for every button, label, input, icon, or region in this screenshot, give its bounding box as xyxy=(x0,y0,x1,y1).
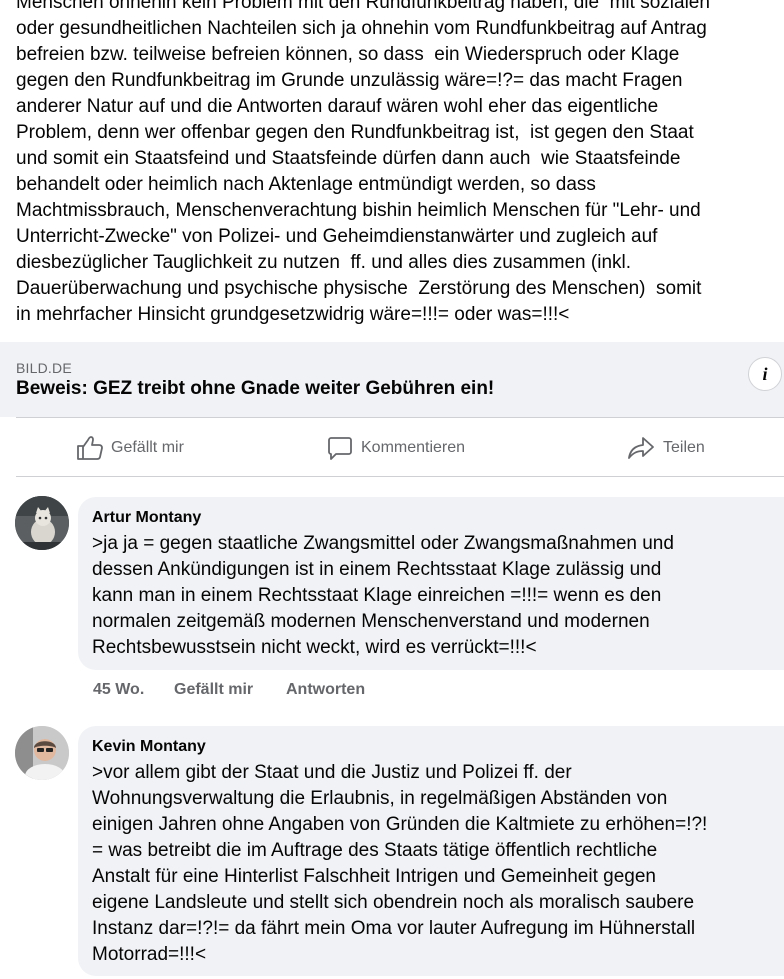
comment-like-button[interactable]: Gefällt mir xyxy=(174,681,253,699)
share-button[interactable]: Teilen xyxy=(627,432,705,464)
comment-author[interactable]: Artur Montany xyxy=(92,509,201,527)
link-source: BILD.DE xyxy=(16,360,72,376)
thumbs-up-icon xyxy=(77,436,103,460)
share-label: Teilen xyxy=(663,439,705,456)
link-preview-card[interactable]: BILD.DE Beweis: GEZ treibt ohne Gnade we… xyxy=(0,342,784,417)
comment-text: >vor allem gibt der Staat und die Justiz… xyxy=(92,762,708,965)
comment-reply-button[interactable]: Antworten xyxy=(286,681,365,699)
like-label: Gefällt mir xyxy=(111,439,184,456)
comment-text: >ja ja = gegen staatliche Zwangsmittel o… xyxy=(92,533,674,658)
comment-bubble: Artur Montany >ja ja = gegen staatliche … xyxy=(78,497,784,670)
comment-icon xyxy=(328,437,352,460)
comment-bubble: Kevin Montany >vor allem gibt der Staat … xyxy=(78,726,784,976)
post-text: Menschen ohnehin kein Problem mit den Ru… xyxy=(16,0,710,325)
avatar[interactable] xyxy=(15,726,69,780)
divider xyxy=(16,476,784,477)
cat-avatar-icon xyxy=(15,496,69,550)
person-avatar-icon xyxy=(15,726,69,780)
comment-button[interactable]: Kommentieren xyxy=(327,432,465,464)
share-icon xyxy=(628,437,654,459)
link-title[interactable]: Beweis: GEZ treibt ohne Gnade weiter Geb… xyxy=(16,378,494,400)
comment-author[interactable]: Kevin Montany xyxy=(92,738,206,756)
divider xyxy=(16,417,784,418)
like-button[interactable]: Gefällt mir xyxy=(76,432,184,464)
comment-label: Kommentieren xyxy=(361,439,466,456)
avatar[interactable] xyxy=(15,496,69,550)
info-icon[interactable]: i xyxy=(748,357,782,391)
comment-timestamp[interactable]: 45 Wo. xyxy=(93,681,144,699)
